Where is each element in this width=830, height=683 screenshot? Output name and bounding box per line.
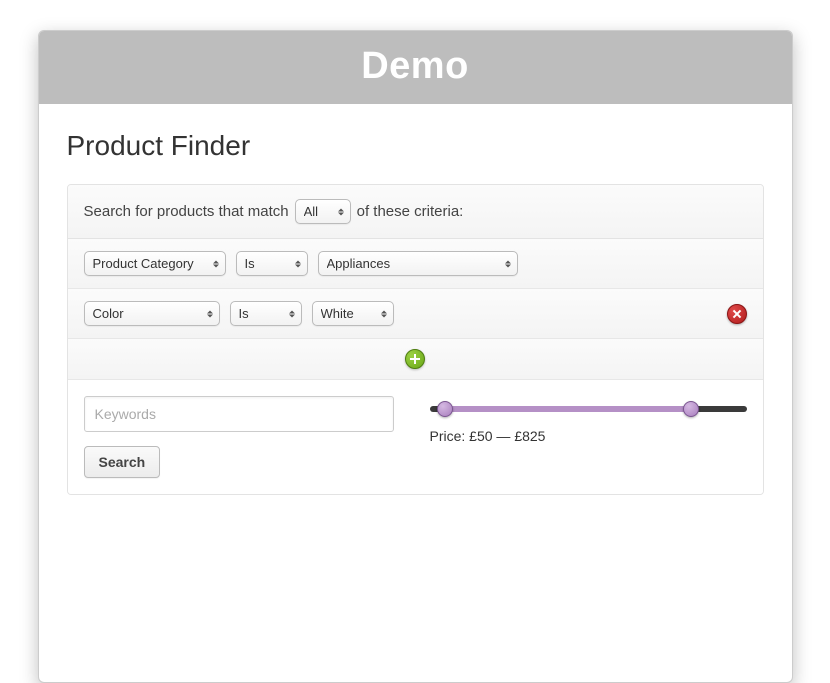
match-select-wrap: All [295,199,351,224]
criteria-panel: Search for products that match All of th… [67,184,764,495]
value-select-wrap: Appliances [318,251,518,276]
match-select[interactable]: All [295,199,351,224]
field-select[interactable]: Product Category [84,251,226,276]
field-select-wrap: Color [84,301,220,326]
price-label: Price: £50 — £825 [430,428,747,444]
price-slider[interactable] [430,398,747,420]
criteria-row: Product Category Is Appliances [68,239,763,289]
operator-select[interactable]: Is [236,251,308,276]
search-controls: Search Price: £50 — £825 [68,380,763,494]
content-area: Product Finder Search for products that … [39,104,792,529]
add-criteria-row [68,339,763,380]
operator-select[interactable]: Is [230,301,302,326]
slider-handle-max[interactable] [683,401,699,417]
remove-criteria-button[interactable] [727,304,747,324]
field-select-wrap: Product Category [84,251,226,276]
slider-range [445,406,691,412]
field-select[interactable]: Color [84,301,220,326]
criteria-row: Color Is White [68,289,763,339]
search-button[interactable]: Search [84,446,161,478]
value-select-wrap: White [312,301,394,326]
window-title: Demo [39,31,792,104]
value-select[interactable]: White [312,301,394,326]
page-title: Product Finder [67,130,764,162]
match-sentence: Search for products that match All of th… [68,185,763,239]
app-window: Demo Product Finder Search for products … [38,30,793,683]
price-column: Price: £50 — £825 [430,396,747,444]
match-prefix: Search for products that match [84,203,289,220]
keywords-input[interactable] [84,396,394,432]
operator-select-wrap: Is [236,251,308,276]
search-left-column: Search [84,396,394,478]
value-select[interactable]: Appliances [318,251,518,276]
match-suffix: of these criteria: [357,203,464,220]
operator-select-wrap: Is [230,301,302,326]
slider-handle-min[interactable] [437,401,453,417]
add-criteria-button[interactable] [405,349,425,369]
